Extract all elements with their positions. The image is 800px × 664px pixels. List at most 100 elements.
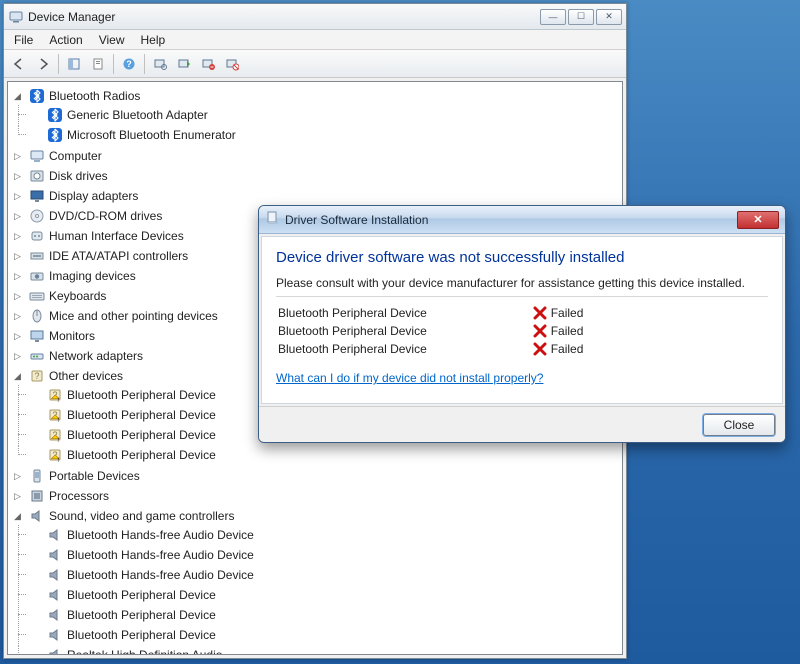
expand-icon[interactable]: ▷ xyxy=(12,211,23,222)
dlg-titlebar[interactable]: Driver Software Installation ✕ xyxy=(259,206,785,234)
tree-item[interactable]: Bluetooth Peripheral Device xyxy=(28,606,620,624)
expand-icon[interactable]: ▷ xyxy=(12,351,23,362)
failed-icon xyxy=(533,306,547,320)
tree-item-label: Bluetooth Peripheral Device xyxy=(67,608,216,622)
tree-item-label: Bluetooth Peripheral Device xyxy=(67,448,216,462)
dlg-body: Device driver software was not successfu… xyxy=(261,236,783,404)
dlg-status-label: Failed xyxy=(551,324,584,338)
tree-item[interactable]: Bluetooth Hands-free Audio Device xyxy=(28,526,620,544)
bluetooth-icon xyxy=(47,107,63,123)
expand-icon[interactable]: ▷ xyxy=(12,171,23,182)
tree-item-label: Monitors xyxy=(49,329,95,343)
tree-item-label: DVD/CD-ROM drives xyxy=(49,209,162,223)
portable-icon xyxy=(29,468,45,484)
expand-icon[interactable]: ▷ xyxy=(12,151,23,162)
expand-icon[interactable]: ▷ xyxy=(12,251,23,262)
sound-icon xyxy=(47,547,63,563)
dlg-status-label: Failed xyxy=(551,306,584,320)
toolbar-disable-button[interactable] xyxy=(221,53,243,75)
other-icon: ?! xyxy=(47,407,63,423)
dlg-close-button[interactable]: Close xyxy=(703,414,775,436)
dlg-close-x-button[interactable]: ✕ xyxy=(737,211,779,229)
expand-icon[interactable]: ▷ xyxy=(12,331,23,342)
expand-icon[interactable]: ▷ xyxy=(12,471,23,482)
tree-item[interactable]: ▷Disk drives xyxy=(10,167,620,185)
toolbar-show-hide-button[interactable] xyxy=(63,53,85,75)
tree-item[interactable]: ▷Computer xyxy=(10,147,620,165)
dlg-device-row: Bluetooth Peripheral Device Failed xyxy=(278,305,766,321)
tree-item-label: Bluetooth Peripheral Device xyxy=(67,408,216,422)
tree-item-label: Keyboards xyxy=(49,289,106,303)
tree-item[interactable]: Bluetooth Peripheral Device xyxy=(28,626,620,644)
expand-icon[interactable]: ▷ xyxy=(12,291,23,302)
sound-icon xyxy=(47,587,63,603)
tree-item[interactable]: ▷Display adapters xyxy=(10,187,620,205)
expand-icon[interactable]: ▷ xyxy=(12,491,23,502)
dlg-device-name: Bluetooth Peripheral Device xyxy=(278,305,531,321)
tree-item[interactable]: Microsoft Bluetooth Enumerator xyxy=(28,126,620,144)
dlg-heading: Device driver software was not successfu… xyxy=(276,249,768,266)
dlg-device-name: Bluetooth Peripheral Device xyxy=(278,341,531,357)
display-icon xyxy=(29,188,45,204)
imaging-icon xyxy=(29,268,45,284)
tree-item[interactable]: ▷Portable Devices xyxy=(10,467,620,485)
toolbar-back-button[interactable] xyxy=(8,53,30,75)
failed-icon xyxy=(533,324,547,338)
tree-item-label: Bluetooth Hands-free Audio Device xyxy=(67,568,254,582)
tree-item[interactable]: ▷Processors xyxy=(10,487,620,505)
tree-item-label: Human Interface Devices xyxy=(49,229,184,243)
tree-item[interactable]: Bluetooth Hands-free Audio Device xyxy=(28,566,620,584)
dlg-device-row: Bluetooth Peripheral DeviceFailed xyxy=(278,323,766,339)
tree-item[interactable]: Bluetooth Peripheral Device xyxy=(28,586,620,604)
menu-action[interactable]: Action xyxy=(43,32,88,48)
menu-view[interactable]: View xyxy=(93,32,131,48)
tree-item[interactable]: ◢ Bluetooth Radios xyxy=(10,87,620,105)
tree-item[interactable]: Bluetooth Hands-free Audio Device xyxy=(28,546,620,564)
tree-item-label: Network adapters xyxy=(49,349,143,363)
dm-toolbar: ? xyxy=(4,50,626,78)
expand-icon[interactable]: ▷ xyxy=(12,311,23,322)
tree-item[interactable]: Generic Bluetooth Adapter xyxy=(28,106,620,124)
tree-item-label: Bluetooth Peripheral Device xyxy=(67,428,216,442)
dlg-footer: Close xyxy=(259,406,785,442)
minimize-button[interactable]: — xyxy=(540,9,566,25)
sound-icon xyxy=(29,508,45,524)
collapse-icon[interactable]: ◢ xyxy=(12,511,23,522)
sound-icon xyxy=(47,627,63,643)
tree-item[interactable]: Realtek High Definition Audio xyxy=(28,646,620,655)
dlg-device-table: Bluetooth Peripheral DeviceFailedBluetoo… xyxy=(276,303,768,359)
tree-item[interactable]: ◢ Sound, video and game controllers xyxy=(10,507,620,525)
maximize-button[interactable]: ☐ xyxy=(568,9,594,25)
toolbar-scan-button[interactable] xyxy=(149,53,171,75)
tree-item-label: Sound, video and game controllers xyxy=(49,509,234,523)
dm-title: Device Manager xyxy=(28,10,540,24)
other-icon: ?! xyxy=(47,387,63,403)
collapse-icon[interactable]: ◢ xyxy=(12,91,23,102)
dvd-icon xyxy=(29,208,45,224)
tree-item[interactable]: ?! Bluetooth Peripheral Device xyxy=(28,446,620,464)
menu-file[interactable]: File xyxy=(8,32,39,48)
other-icon: ?! xyxy=(47,447,63,463)
expand-icon[interactable]: ▷ xyxy=(12,271,23,282)
toolbar-update-driver-button[interactable] xyxy=(173,53,195,75)
close-button[interactable]: ✕ xyxy=(596,9,622,25)
dlg-device-status: Failed xyxy=(533,341,766,357)
dlg-help-link[interactable]: What can I do if my device did not insta… xyxy=(276,371,768,385)
sound-icon xyxy=(47,527,63,543)
monitor-icon xyxy=(29,328,45,344)
tree-item-label: Bluetooth Radios xyxy=(49,89,140,103)
toolbar-help-button[interactable]: ? xyxy=(118,53,140,75)
menu-help[interactable]: Help xyxy=(135,32,172,48)
expand-icon[interactable]: ▷ xyxy=(12,191,23,202)
toolbar-separator xyxy=(58,54,59,74)
driver-install-dialog: Driver Software Installation ✕ Device dr… xyxy=(258,205,786,443)
tree-item-label: Other devices xyxy=(49,369,123,383)
dlg-device-row: Bluetooth Peripheral DeviceFailed xyxy=(278,341,766,357)
toolbar-properties-button[interactable] xyxy=(87,53,109,75)
expand-icon[interactable]: ▷ xyxy=(12,231,23,242)
collapse-icon[interactable]: ◢ xyxy=(12,371,23,382)
toolbar-uninstall-button[interactable] xyxy=(197,53,219,75)
toolbar-forward-button[interactable] xyxy=(32,53,54,75)
processor-icon xyxy=(29,488,45,504)
dm-titlebar[interactable]: Device Manager — ☐ ✕ xyxy=(4,4,626,30)
